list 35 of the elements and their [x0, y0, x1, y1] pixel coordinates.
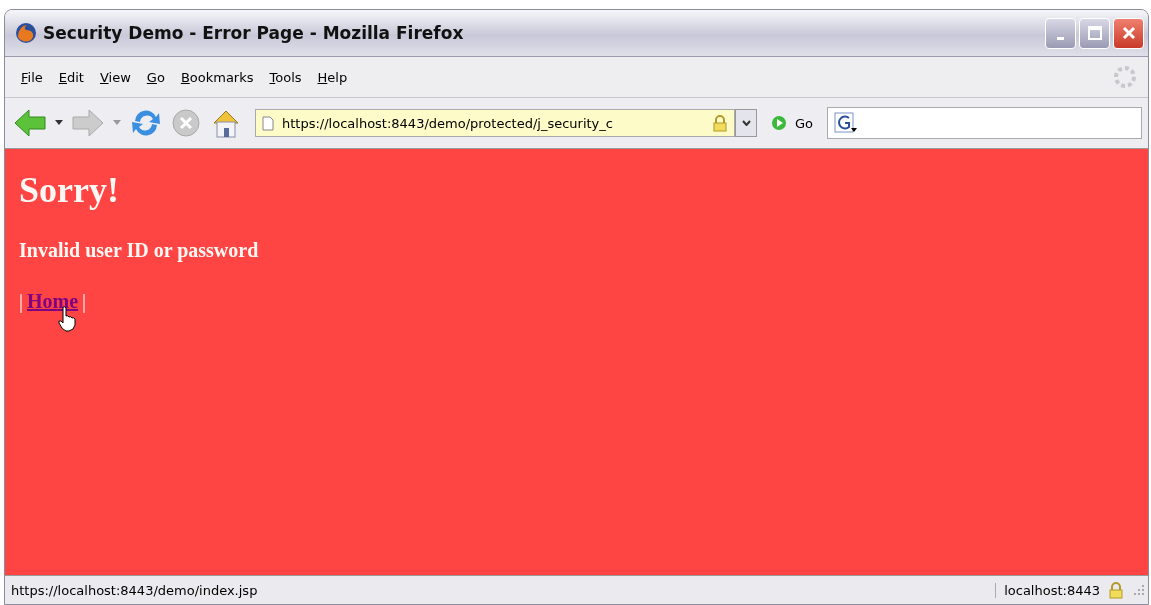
- minimize-icon: [1057, 36, 1064, 40]
- menu-item[interactable]: Bookmarks: [172, 69, 262, 85]
- back-icon[interactable]: [13, 108, 47, 138]
- close-button[interactable]: [1113, 17, 1144, 49]
- resize-grip-icon[interactable]: [1132, 583, 1146, 597]
- page-icon: [262, 115, 274, 131]
- menu-item[interactable]: Go: [138, 69, 173, 85]
- throbber-icon: [1112, 64, 1138, 90]
- close-icon: [1121, 26, 1136, 40]
- status-text: https://localhost:8443/demo/index.jsp: [11, 582, 259, 598]
- error-heading: Sorry!: [19, 169, 120, 211]
- menu-item[interactable]: Edit: [50, 69, 92, 85]
- separator: |: [19, 290, 23, 313]
- window-title: Security Demo - Error Page - Mozilla Firefox: [43, 23, 465, 43]
- search-field[interactable]: [827, 107, 1142, 139]
- maximize-button[interactable]: [1079, 17, 1110, 49]
- stop-icon[interactable]: [171, 108, 201, 138]
- chevron-down-icon: [741, 120, 751, 126]
- menu-item[interactable]: File: [13, 69, 51, 85]
- menu-item[interactable]: View: [91, 69, 139, 85]
- forward-icon[interactable]: [71, 108, 105, 138]
- menu-item[interactable]: Tools: [261, 69, 310, 85]
- minimize-button[interactable]: [1045, 17, 1076, 49]
- maximize-icon: [1087, 26, 1102, 40]
- status-host: localhost:8443: [995, 582, 1100, 598]
- separator: |: [82, 290, 87, 313]
- address-field[interactable]: https://localhost:8443/demo/protected/j_security_c: [255, 109, 735, 137]
- go-button[interactable]: Go: [765, 115, 820, 131]
- address-dropdown-button[interactable]: [735, 109, 757, 137]
- dropdown-arrow-icon[interactable]: [55, 120, 63, 126]
- error-message: Invalid user ID or password: [19, 239, 260, 262]
- search-engine-icon[interactable]: [834, 112, 859, 134]
- browser-logo-icon: [15, 22, 37, 44]
- hand-cursor-icon: [57, 306, 77, 332]
- menu-item[interactable]: Help: [309, 69, 356, 85]
